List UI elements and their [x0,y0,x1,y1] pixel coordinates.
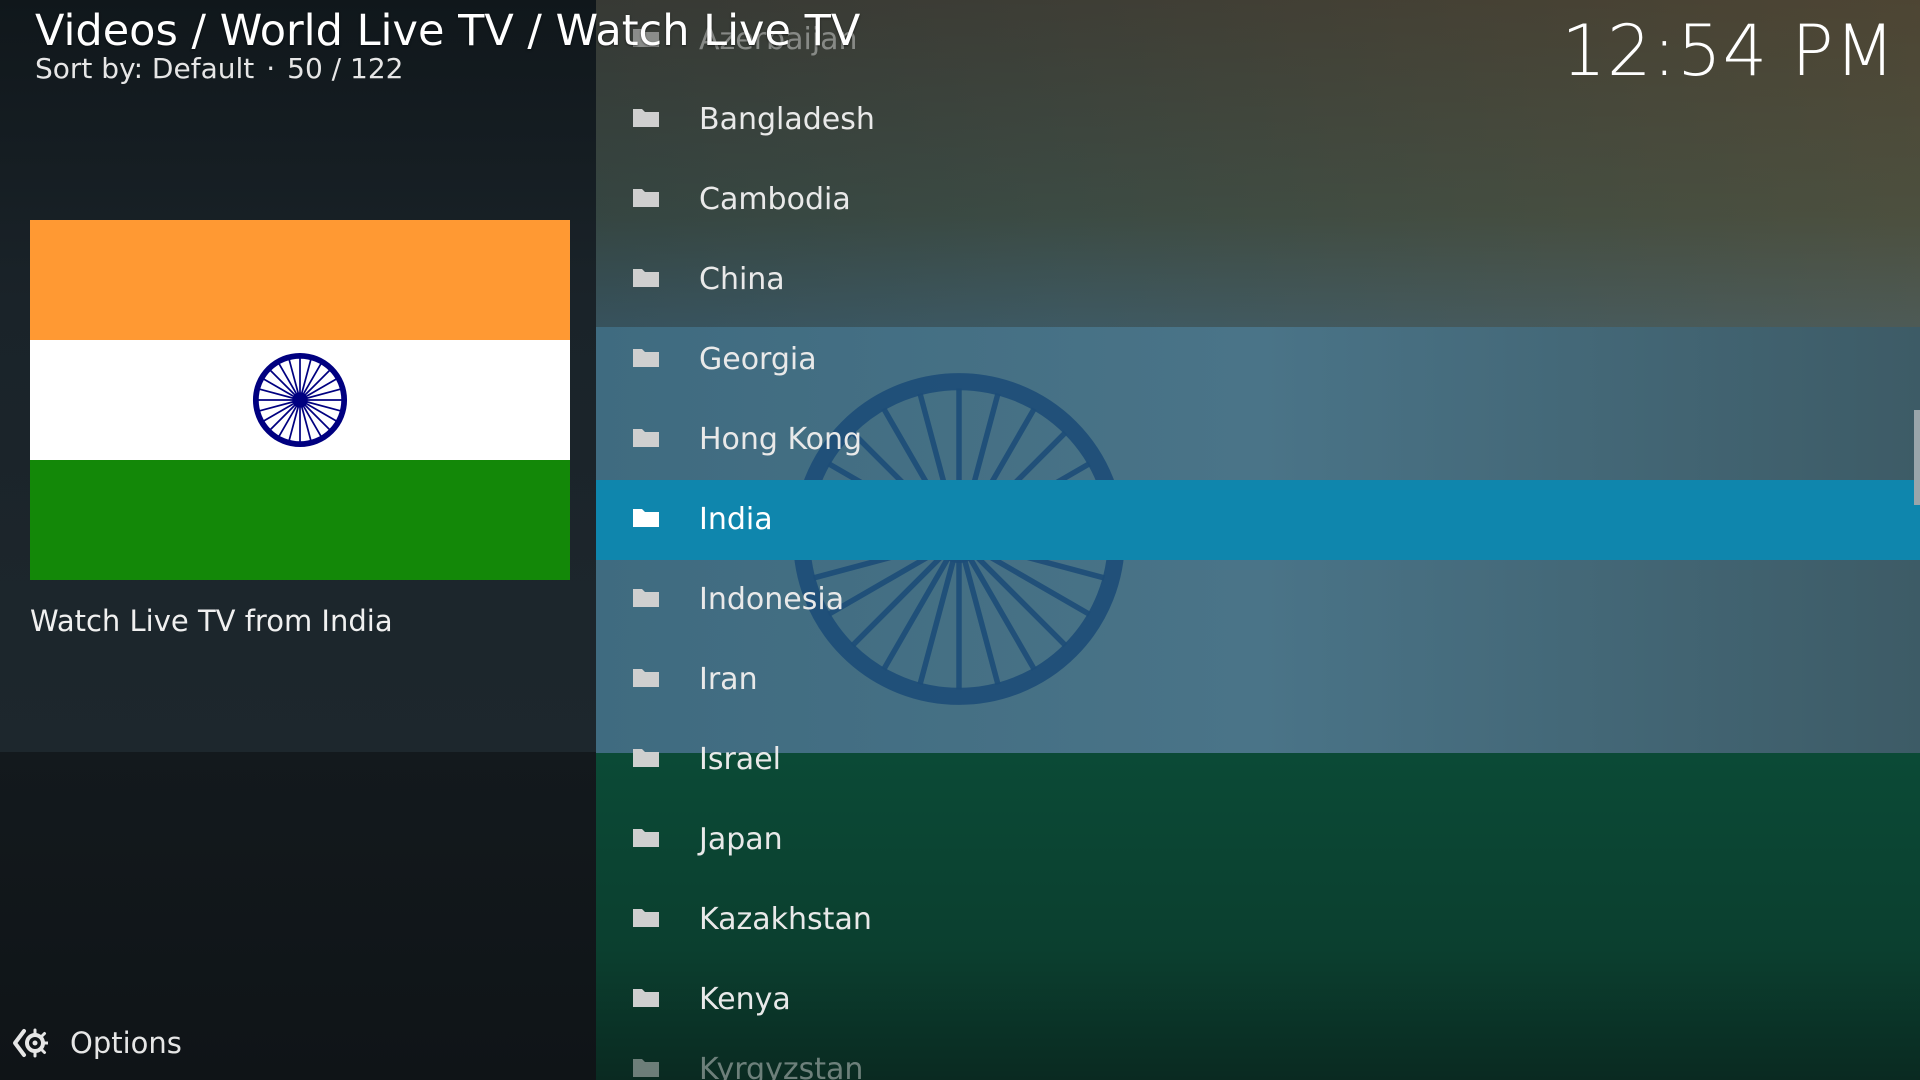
list-item[interactable]: Cambodia [596,160,1920,240]
folder-icon [633,829,659,847]
list-item-label: Cambodia [699,182,851,217]
list-item[interactable]: Kyrgyzstan [596,1030,1920,1080]
list-item-label: Israel [699,742,781,777]
sort-info: Sort by: Default · 50 / 122 [35,52,403,85]
info-panel: Watch Live TV from India [0,0,596,1080]
list-item[interactable]: Hong Kong [596,400,1920,480]
list-item[interactable]: Georgia [596,320,1920,400]
list-item-label: Hong Kong [699,422,863,457]
list-item-selected[interactable]: India [596,480,1920,560]
folder-icon [633,189,659,207]
breadcrumb: Videos / World Live TV / Watch Live TV [35,6,861,56]
folder-icon [633,669,659,687]
list-item-label: China [699,262,785,297]
separator-dot: · [266,52,276,85]
list-item-label: Indonesia [699,582,845,617]
folder-icon [633,989,659,1007]
list-item[interactable]: Bangladesh [596,80,1920,160]
list-item-label: Kyrgyzstan [699,1052,864,1080]
list-item[interactable]: Kazakhstan [596,880,1920,960]
folder-icon [633,269,659,287]
flag-saffron-stripe [30,220,570,340]
folder-icon [633,109,659,127]
list-item-label: Kenya [699,982,791,1017]
folder-icon [633,909,659,927]
ashoka-chakra-icon [252,352,348,448]
folder-list: Azerbaijan Bangladesh Cambodia China Geo… [596,0,1920,1080]
folder-icon [633,429,659,447]
folder-icon [633,749,659,767]
list-item[interactable]: Israel [596,720,1920,800]
folder-icon [633,1059,659,1077]
sort-label[interactable]: Sort by: Default [35,52,254,85]
flag-green-stripe [30,460,570,580]
list-item[interactable]: Kenya [596,960,1920,1040]
list-item-label: Kazakhstan [699,902,872,937]
clock: 12:54 PM [1561,10,1896,92]
folder-icon [633,589,659,607]
list-item-label: Iran [699,662,758,697]
list-item[interactable]: China [596,240,1920,320]
list-item[interactable]: Iran [596,640,1920,720]
options-button[interactable]: Options [12,1022,182,1064]
list-item-label: Georgia [699,342,817,377]
options-gear-icon [13,1028,48,1058]
item-position: 50 / 122 [287,52,404,85]
folder-icon [633,349,659,367]
list-item-label: Japan [699,822,783,857]
list-scrollbar[interactable] [1914,410,1920,505]
list-item-label: India [699,502,773,537]
list-item-label: Bangladesh [699,102,875,137]
options-label: Options [70,1026,182,1060]
india-flag-thumbnail [30,220,570,580]
folder-icon [633,509,659,527]
list-item[interactable]: Japan [596,800,1920,880]
item-plot: Watch Live TV from India [30,604,393,638]
list-item[interactable]: Indonesia [596,560,1920,640]
